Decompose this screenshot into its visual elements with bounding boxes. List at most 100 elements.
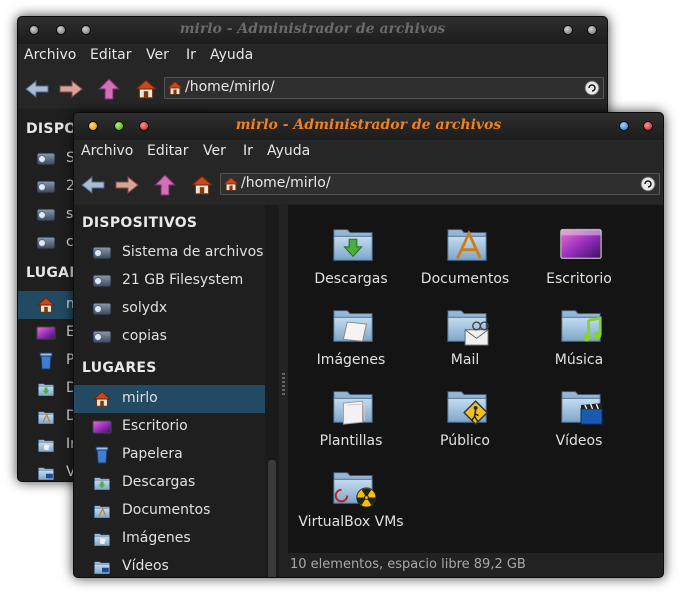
drive-icon <box>36 178 56 196</box>
home-icon <box>36 296 56 314</box>
menu-ir[interactable]: Ir <box>186 47 196 63</box>
file-item-documentos[interactable]: Documentos <box>408 215 522 295</box>
menu-bar: Archivo Editar Ver Ir Ayuda <box>74 140 663 164</box>
drive-icon <box>92 300 112 318</box>
file-item-label: Música <box>554 352 604 368</box>
menu-editar[interactable]: Editar <box>147 143 188 159</box>
sidebar-item-label: Vídeos <box>122 558 169 574</box>
sidebar-item-escritorio[interactable]: Escritorio <box>74 413 265 441</box>
documents-folder-icon <box>92 502 112 520</box>
title-bar[interactable]: mirlo - Administrador de archivos <box>18 17 607 44</box>
drive-icon <box>92 272 112 290</box>
file-item-label: Vídeos <box>555 433 603 449</box>
file-item-publico[interactable]: Público <box>408 377 522 457</box>
menu-ir[interactable]: Ir <box>243 143 253 159</box>
sidebar-item-imagenes[interactable]: Imágenes <box>74 525 265 553</box>
file-item-virtualbox-vms[interactable]: VirtualBox VMs <box>294 458 408 538</box>
file-manager-window[interactable]: mirlo - Administrador de archivos Archiv… <box>73 112 664 578</box>
sidebar: DISPOSITIVOS Sistema de archivos 21 GB F… <box>74 205 265 577</box>
file-item-label: Documentos <box>420 271 510 287</box>
devices-header: DISPO <box>26 121 77 137</box>
filesystem-icon <box>36 150 56 168</box>
sidebar-item-label: Sistema de archivos <box>122 244 264 260</box>
file-item-videos[interactable]: Vídeos <box>522 377 636 457</box>
menu-editar[interactable]: Editar <box>90 47 131 63</box>
sidebar-item-label: mirlo <box>122 390 158 406</box>
file-item-imagenes[interactable]: Imágenes <box>294 296 408 376</box>
sidebar-item-copias[interactable]: copias <box>74 323 265 351</box>
reload-icon[interactable] <box>584 80 600 96</box>
sidebar-item-solydx[interactable]: solydx <box>74 295 265 323</box>
title-bar[interactable]: mirlo - Administrador de archivos <box>74 113 663 140</box>
pictures-folder-icon <box>36 436 56 454</box>
file-item-label: VirtualBox VMs <box>298 514 404 530</box>
menu-ver[interactable]: Ver <box>203 143 226 159</box>
sidebar-item-documentos[interactable]: Documentos <box>74 497 265 525</box>
sidebar-item-label: Descargas <box>122 474 196 490</box>
pane-resize-handle[interactable] <box>282 373 285 395</box>
public-folder-icon <box>444 382 489 426</box>
back-arrow-icon[interactable] <box>80 174 106 196</box>
shade-button[interactable] <box>619 121 629 131</box>
file-item-musica[interactable]: Música <box>522 296 636 376</box>
file-item-plantillas[interactable]: Plantillas <box>294 377 408 457</box>
file-item-escritorio[interactable]: Escritorio <box>522 215 636 295</box>
status-text: 10 elementos, espacio libre 89,2 GB <box>290 557 526 572</box>
scrollbar-thumb[interactable] <box>268 460 276 577</box>
up-arrow-icon[interactable] <box>96 78 122 100</box>
home-icon[interactable] <box>133 78 159 100</box>
menu-bar: Archivo Editar Ver Ir Ayuda <box>18 44 607 68</box>
sidebar-item-label: Documentos <box>122 502 211 518</box>
file-item-label: Escritorio <box>546 271 612 287</box>
up-arrow-icon[interactable] <box>152 174 178 196</box>
location-text: /home/mirlo/ <box>241 175 331 191</box>
home-icon <box>223 176 239 192</box>
forward-arrow-icon[interactable] <box>58 78 84 100</box>
sidebar-item-mirlo[interactable]: mirlo <box>74 385 265 413</box>
sidebar-item-label: Papelera <box>122 446 183 462</box>
location-text: /home/mirlo/ <box>185 79 275 95</box>
desktop-icon <box>36 326 56 340</box>
window-title: mirlo - Administrador de archivos <box>179 21 446 37</box>
sidebar-item-descargas[interactable]: Descargas <box>74 469 265 497</box>
close-button[interactable] <box>643 121 653 131</box>
sidebar-item-label: Escritorio <box>122 418 188 434</box>
videos-folder-icon <box>558 382 603 425</box>
music-folder-icon <box>558 301 602 347</box>
documents-folder-icon <box>444 220 490 266</box>
file-view: Descargas Documentos Escritorio Imágenes… <box>288 205 663 553</box>
menu-archivo[interactable]: Archivo <box>81 143 133 159</box>
reload-icon[interactable] <box>640 176 656 192</box>
trash-icon <box>95 446 109 464</box>
sidebar-item-label: solydx <box>122 300 168 316</box>
videos-folder-icon <box>36 464 56 482</box>
sidebar-item-21gb[interactable]: 21 GB Filesystem <box>74 267 265 295</box>
file-item-label: Público <box>440 433 490 449</box>
forward-arrow-icon[interactable] <box>114 174 140 196</box>
pictures-folder-icon <box>92 530 112 548</box>
file-item-descargas[interactable]: Descargas <box>294 215 408 295</box>
sidebar-item-papelera[interactable]: Papelera <box>74 441 265 469</box>
back-arrow-icon[interactable] <box>24 78 50 100</box>
sidebar-item-filesystem[interactable]: Sistema de archivos <box>74 239 265 267</box>
sidebar-item-videos[interactable]: Vídeos <box>74 553 265 577</box>
menu-archivo[interactable]: Archivo <box>24 47 76 63</box>
window-button[interactable] <box>563 25 573 35</box>
desktop-icon <box>560 228 602 260</box>
window-button[interactable] <box>587 25 597 35</box>
location-bar[interactable]: /home/mirlo/ <box>220 173 660 195</box>
menu-ver[interactable]: Ver <box>146 47 169 63</box>
file-item-mail[interactable]: Mail <box>408 296 522 376</box>
toolbar: /home/mirlo/ <box>74 164 663 204</box>
menu-ayuda[interactable]: Ayuda <box>267 143 310 159</box>
sidebar-scrollbar[interactable] <box>265 205 279 577</box>
desktop-icon <box>92 420 112 434</box>
drive-icon <box>36 234 56 252</box>
menu-ayuda[interactable]: Ayuda <box>210 47 253 63</box>
home-icon[interactable] <box>189 174 215 196</box>
status-bar: 10 elementos, espacio libre 89,2 GB <box>288 553 663 577</box>
location-bar[interactable]: /home/mirlo/ <box>164 77 604 99</box>
file-item-label: Descargas <box>314 271 388 287</box>
mail-folder-icon <box>444 301 489 346</box>
places-header: LUGARES <box>82 360 157 376</box>
